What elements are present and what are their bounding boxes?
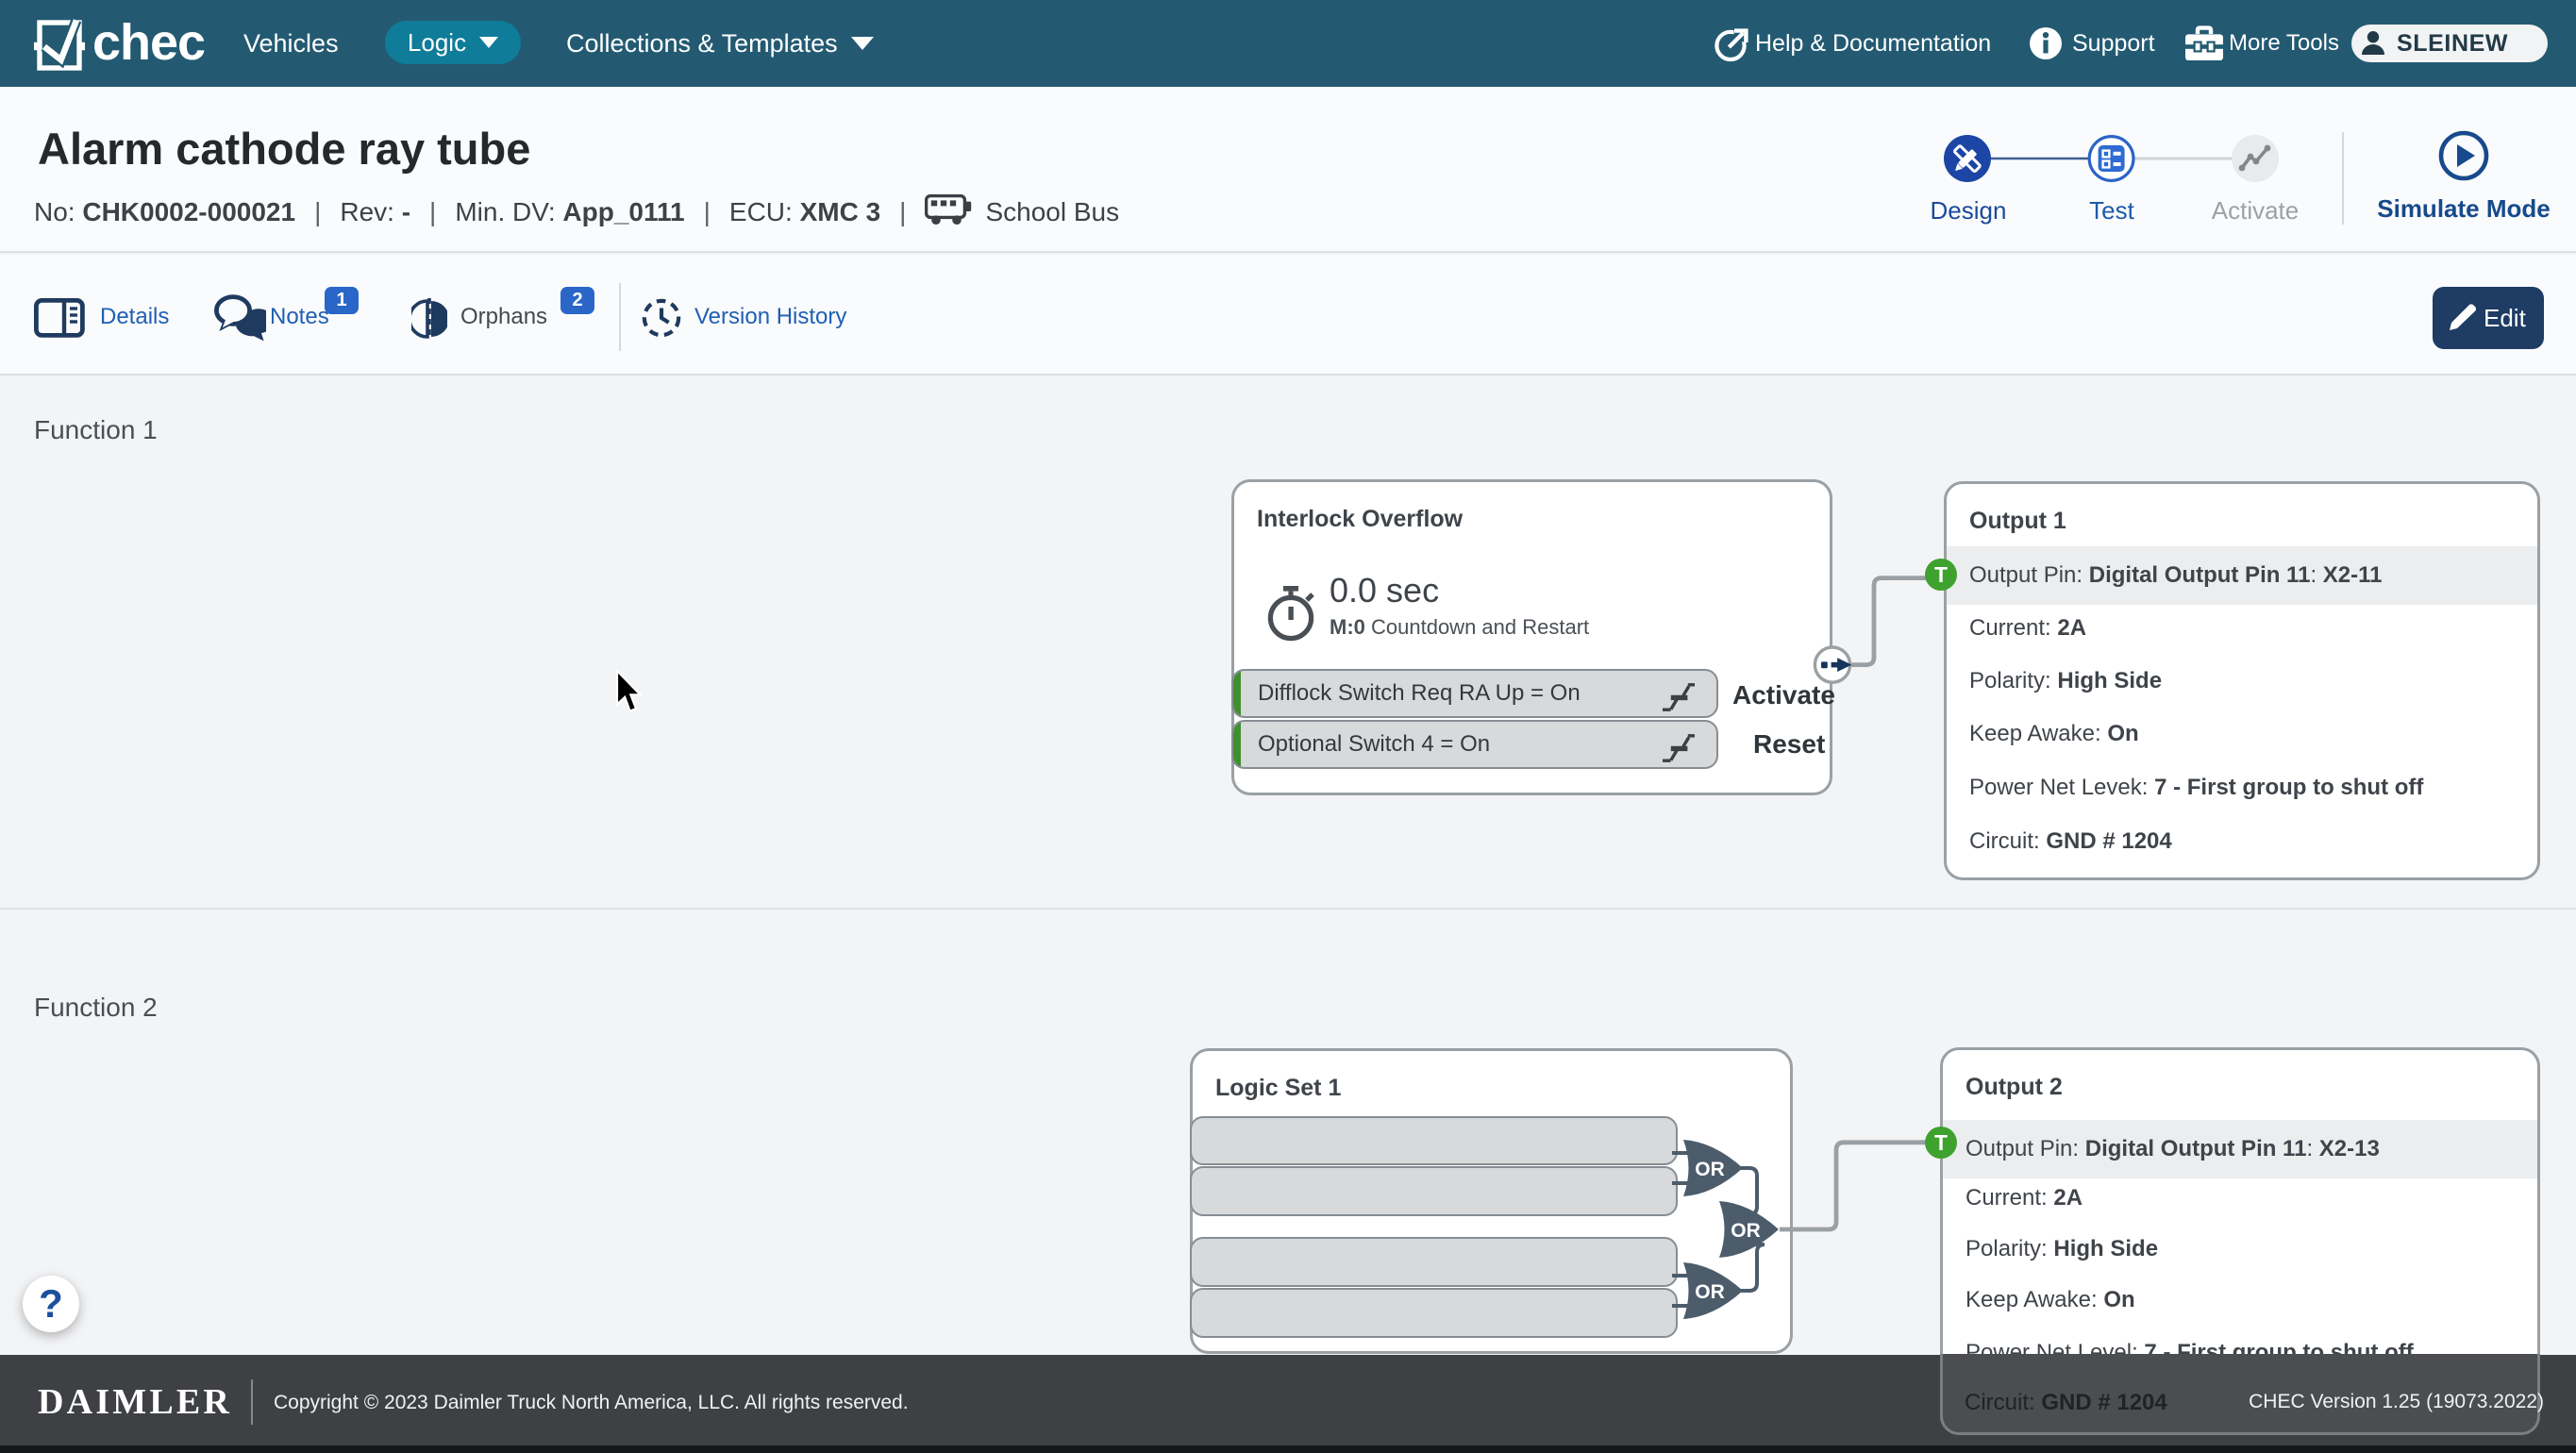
- svg-text:OR: OR: [1695, 1159, 1725, 1180]
- svg-text:OR: OR: [1695, 1281, 1725, 1303]
- svg-text:OR: OR: [1731, 1220, 1761, 1242]
